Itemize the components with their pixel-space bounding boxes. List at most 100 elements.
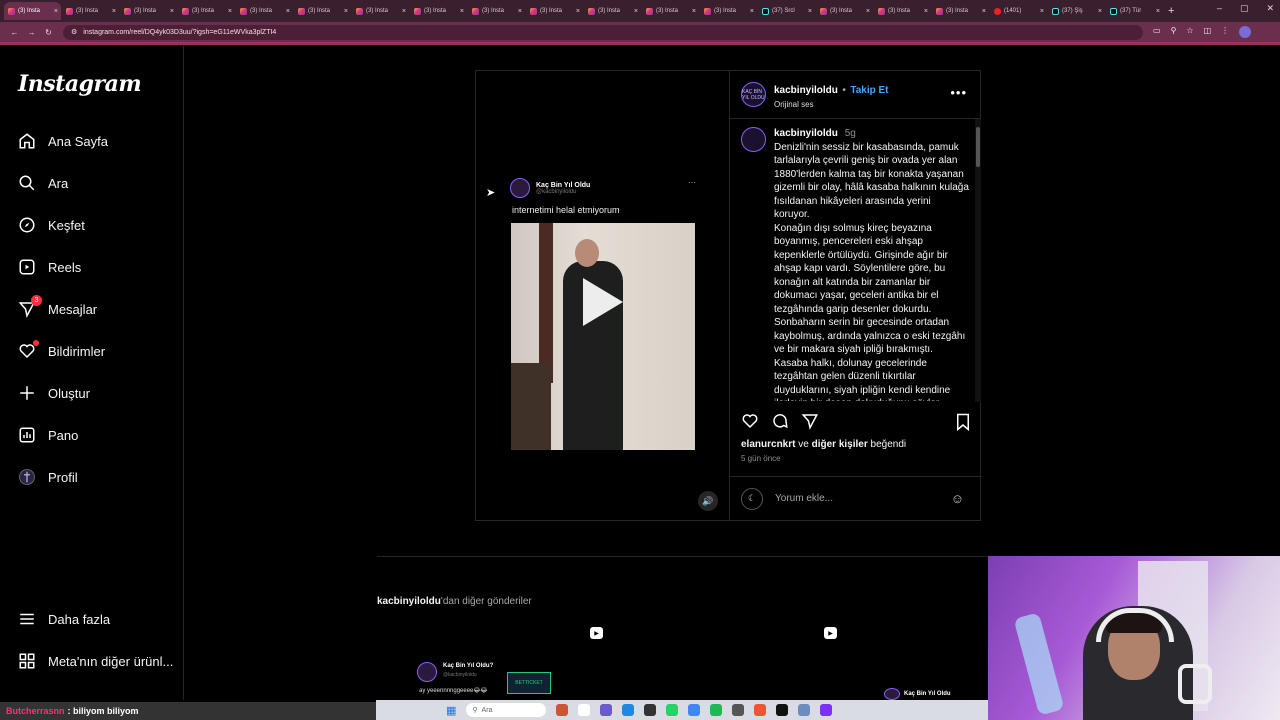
reel-media[interactable]: ➤ Kaç Bin Yıl Oldu @kacbinyiloldu ⋯ inte… (476, 71, 729, 520)
share-icon[interactable] (801, 412, 819, 434)
audio-label[interactable]: Orijinal ses (774, 100, 888, 109)
instagram-logo[interactable]: Instagram (18, 71, 142, 97)
site-info-icon[interactable]: ⚙ (71, 28, 77, 36)
windows-start-icon[interactable]: ▦ (446, 704, 456, 717)
minimize-icon[interactable]: – (1217, 3, 1222, 14)
emoji-icon[interactable]: ☺ (951, 491, 964, 506)
more-options-icon[interactable]: ••• (950, 85, 967, 100)
browser-tab[interactable]: (3) Insta × (526, 2, 583, 20)
extensions-icon[interactable]: ◫ (1204, 26, 1212, 38)
tab-close-icon[interactable]: × (750, 8, 754, 15)
tab-close-icon[interactable]: × (634, 8, 638, 15)
browser-tab[interactable]: (3) Insta × (932, 2, 989, 20)
tab-close-icon[interactable]: × (1156, 8, 1160, 15)
maximize-icon[interactable]: ▢ (1240, 3, 1249, 14)
taskbar-app-icon[interactable] (732, 704, 745, 716)
caption-scrollbar-thumb[interactable] (976, 127, 980, 167)
url-input[interactable]: ⚙ instagram.com/reel/DQ4yk03D3uu/?igsh=e… (63, 24, 1143, 40)
chrome-icon[interactable] (688, 704, 701, 716)
browser-tab[interactable]: (3) Insta × (700, 2, 757, 20)
taskbar-app-icon[interactable] (754, 704, 767, 716)
browser-tab[interactable]: (3) Insta × (4, 2, 61, 20)
tab-close-icon[interactable]: × (54, 8, 58, 15)
follow-button[interactable]: Takip Et (850, 85, 888, 96)
video-frame[interactable] (511, 223, 695, 450)
browser-tab[interactable]: (37) Şiş × (1048, 2, 1105, 20)
tab-close-icon[interactable]: × (228, 8, 232, 15)
nav-more[interactable]: Daha fazla (18, 607, 110, 631)
nav-create[interactable]: Oluştur (18, 381, 90, 405)
bookmark-star-icon[interactable]: ☆ (1186, 26, 1193, 38)
more-posts-user[interactable]: kacbinyiloldu (377, 596, 441, 607)
browser-tab[interactable]: (3) Insta × (642, 2, 699, 20)
back-icon[interactable]: ← (6, 28, 23, 37)
reload-icon[interactable]: ↻ (40, 28, 57, 37)
tab-close-icon[interactable]: × (518, 8, 522, 15)
save-bookmark-icon[interactable] (955, 413, 971, 434)
tab-close-icon[interactable]: × (170, 8, 174, 15)
tab-close-icon[interactable]: × (1098, 8, 1102, 15)
nav-profile[interactable]: Profil (18, 465, 78, 489)
nav-dashboard[interactable]: Pano (18, 423, 78, 447)
likes-others-link[interactable]: diğer kişiler (812, 439, 868, 450)
tab-close-icon[interactable]: × (286, 8, 290, 15)
nav-notifications[interactable]: Bildirimler (18, 339, 105, 363)
menu-dots-icon[interactable]: ⋮ (1221, 26, 1229, 38)
nav-home[interactable]: Ana Sayfa (18, 129, 108, 153)
browser-tab[interactable]: (3) Insta × (62, 2, 119, 20)
tab-close-icon[interactable]: × (982, 8, 986, 15)
tab-close-icon[interactable]: × (460, 8, 464, 15)
browser-tab[interactable]: (37) Srcl × (758, 2, 815, 20)
caption-avatar[interactable] (741, 127, 766, 152)
tab-close-icon[interactable]: × (402, 8, 406, 15)
taskbar-app-icon[interactable] (820, 704, 833, 716)
reel-thumbnail[interactable]: Kaç Bin Yıl Oldu? @kacbinyiloldu ay yeee… (417, 660, 577, 700)
author-avatar[interactable]: KAÇ BİN YIL OLDU (741, 82, 766, 107)
taskbar-app-icon[interactable] (578, 704, 591, 716)
zoom-icon[interactable]: ⚲ (1171, 26, 1177, 38)
taskbar-app-icon[interactable] (622, 704, 635, 716)
reel-thumbnail[interactable]: Kaç Bin Yıl Oldu (884, 688, 951, 700)
nav-meta-apps[interactable]: Meta'nın diğer ürünl... (18, 649, 173, 673)
new-tab-icon[interactable]: + (1168, 5, 1174, 17)
tab-close-icon[interactable]: × (866, 8, 870, 15)
tab-close-icon[interactable]: × (924, 8, 928, 15)
tab-close-icon[interactable]: × (808, 8, 812, 15)
cast-icon[interactable]: ▭ (1153, 26, 1161, 38)
taskbar-app-icon[interactable] (798, 704, 811, 716)
browser-tab[interactable]: (3) Insta × (120, 2, 177, 20)
nav-reels[interactable]: Reels (18, 255, 81, 279)
tab-close-icon[interactable]: × (692, 8, 696, 15)
browser-tab[interactable]: (3) Insta × (816, 2, 873, 20)
browser-tab[interactable]: (3) Insta × (874, 2, 931, 20)
tiktok-icon[interactable] (776, 704, 789, 716)
like-icon[interactable] (741, 412, 759, 434)
caption-scrollbar[interactable] (975, 119, 981, 402)
browser-tab[interactable]: (1401) × (990, 2, 1047, 20)
tab-close-icon[interactable]: × (576, 8, 580, 15)
nav-messages[interactable]: 3 Mesajlar (18, 295, 97, 321)
browser-tab[interactable]: (3) Insta × (410, 2, 467, 20)
liker-username[interactable]: elanurcnkrt (741, 439, 795, 450)
caption-username[interactable]: kacbinyiloldu (774, 128, 838, 139)
spotify-icon[interactable] (710, 704, 723, 716)
whatsapp-icon[interactable] (666, 704, 679, 716)
tab-close-icon[interactable]: × (1040, 8, 1044, 15)
browser-tab[interactable]: (3) Insta × (236, 2, 293, 20)
tab-close-icon[interactable]: × (112, 8, 116, 15)
browser-tab[interactable]: (3) Insta × (352, 2, 409, 20)
browser-tab[interactable]: (37) Tür × (1106, 2, 1163, 20)
play-icon[interactable] (583, 278, 623, 326)
browser-tab[interactable]: (3) Insta × (178, 2, 235, 20)
taskbar-search[interactable]: ⚲ Ara (466, 703, 547, 717)
browser-profile-avatar[interactable] (1239, 26, 1252, 38)
tab-close-icon[interactable]: × (344, 8, 348, 15)
browser-tab[interactable]: (3) Insta × (584, 2, 641, 20)
volume-icon[interactable]: 🔊 (698, 491, 718, 511)
comment-icon[interactable] (771, 412, 789, 434)
author-username[interactable]: kacbinyiloldu (774, 85, 838, 96)
forward-icon[interactable]: → (23, 28, 40, 37)
close-window-icon[interactable]: ✕ (1266, 3, 1274, 14)
taskbar-app-icon[interactable] (556, 704, 569, 716)
nav-search[interactable]: Ara (18, 171, 68, 195)
